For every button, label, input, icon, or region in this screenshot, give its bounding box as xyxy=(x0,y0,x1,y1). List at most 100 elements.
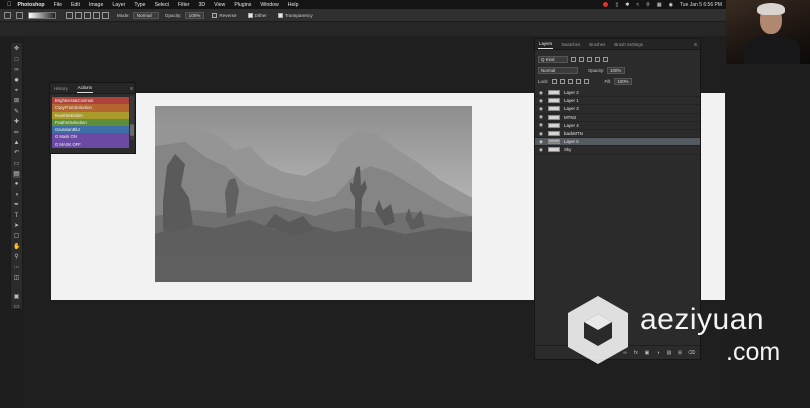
rectangle-tool-icon[interactable]: ▢ xyxy=(13,233,20,240)
action-button[interactable]: FeatherSelection xyxy=(52,118,129,127)
menu-type[interactable]: Type xyxy=(134,2,145,8)
opacity-input[interactable]: 100% xyxy=(184,11,205,19)
layer-row[interactable]: ◉ Layer 2 xyxy=(535,89,700,98)
lock-pixels-icon[interactable] xyxy=(559,78,565,84)
control-center-icon[interactable]: ▦ xyxy=(657,2,662,8)
menu-view[interactable]: View xyxy=(214,2,225,8)
new-group-icon[interactable]: ▤ xyxy=(666,350,672,356)
adjustment-layer-icon[interactable]: ◑ xyxy=(655,350,661,356)
visibility-eye-icon[interactable]: ◉ xyxy=(538,90,544,96)
stamp-tool-icon[interactable]: ▲ xyxy=(13,140,20,147)
menu-window[interactable]: Window xyxy=(260,2,278,8)
diamond-gradient-icon[interactable] xyxy=(102,11,109,19)
lock-all-icon[interactable] xyxy=(583,78,589,84)
layer-row[interactable]: ◉ Layer 4 xyxy=(535,122,700,130)
layer-row[interactable]: ◉ Layer 3 xyxy=(535,105,700,114)
layer-row-selected[interactable]: ◉ Layer 5 xyxy=(535,138,700,147)
panel-menu-icon[interactable]: ≡ xyxy=(130,86,133,92)
radial-gradient-icon[interactable] xyxy=(75,11,82,19)
filter-pixel-icon[interactable] xyxy=(571,56,576,62)
color-swatches-icon[interactable]: ◫ xyxy=(13,275,20,282)
tab-brushes[interactable]: Brushes xyxy=(588,40,606,49)
menu-filter[interactable]: Filter xyxy=(178,2,190,8)
dither-checkbox[interactable] xyxy=(247,12,253,18)
document-canvas[interactable] xyxy=(155,106,472,282)
menu-select[interactable]: Select xyxy=(155,2,169,8)
delete-layer-icon[interactable]: ⌫ xyxy=(688,350,695,356)
panel-menu-icon[interactable]: ≡ xyxy=(694,42,697,48)
crop-tool-icon[interactable]: ⌖ xyxy=(13,88,20,95)
menu-edit[interactable]: Edit xyxy=(71,2,80,8)
reflected-gradient-icon[interactable] xyxy=(93,11,100,19)
filter-smart-object-icon[interactable] xyxy=(603,56,608,62)
more-tools-icon[interactable]: ⋯ xyxy=(13,265,20,272)
scrollbar-thumb[interactable] xyxy=(130,124,134,136)
menu-3d[interactable]: 3D xyxy=(199,2,206,8)
quick-select-tool-icon[interactable]: ✹ xyxy=(13,78,20,85)
menu-image[interactable]: Image xyxy=(89,2,103,8)
wifi-icon[interactable]: ≈ xyxy=(636,2,639,8)
visibility-eye-icon[interactable]: ◉ xyxy=(538,122,544,128)
path-select-tool-icon[interactable]: ➤ xyxy=(13,223,20,230)
filter-kind-select[interactable]: Q Kind xyxy=(538,56,568,63)
action-button[interactable]: CopyFromSelection xyxy=(52,104,129,112)
layer-opacity-input[interactable]: 100% xyxy=(607,67,626,74)
frame-tool-icon[interactable]: ⊠ xyxy=(13,98,20,105)
search-icon[interactable]: ⚲ xyxy=(646,2,650,8)
battery-icon[interactable]: ▯ xyxy=(615,2,618,8)
angle-gradient-icon[interactable] xyxy=(84,11,91,19)
menu-app-name[interactable]: Photoshop xyxy=(18,2,45,8)
tab-actions[interactable]: Actions xyxy=(76,83,94,93)
quick-mask-icon[interactable]: ▣ xyxy=(13,294,20,301)
home-icon[interactable] xyxy=(4,11,11,19)
action-button[interactable]: GaussianBlur xyxy=(52,126,129,134)
lasso-tool-icon[interactable]: ∞ xyxy=(13,67,20,74)
brush-tool-icon[interactable]: ✏ xyxy=(13,130,20,137)
tab-history[interactable]: History xyxy=(53,84,69,93)
lock-artboard-icon[interactable] xyxy=(575,78,581,84)
action-button[interactable]: InvertSelection xyxy=(52,111,129,119)
filter-adjustment-icon[interactable] xyxy=(579,56,584,62)
gradient-tool-icon[interactable] xyxy=(16,11,23,19)
move-tool-icon[interactable]: ✥ xyxy=(13,46,20,53)
linear-gradient-icon[interactable] xyxy=(66,11,73,19)
gradient-preview[interactable] xyxy=(28,11,56,19)
fill-input[interactable]: 100% xyxy=(614,78,633,85)
transparency-checkbox[interactable] xyxy=(277,12,283,18)
layer-row[interactable]: ◉ MTN3 xyxy=(535,114,700,122)
mode-select[interactable]: Normal xyxy=(132,11,159,19)
marquee-tool-icon[interactable]: □ xyxy=(13,57,20,64)
new-layer-icon[interactable]: ⊞ xyxy=(677,350,683,356)
visibility-eye-icon[interactable]: ◉ xyxy=(538,98,544,104)
history-brush-icon[interactable]: ↶ xyxy=(13,150,20,157)
action-button[interactable]: G Mask ON xyxy=(52,133,129,141)
lock-position-icon[interactable] xyxy=(567,78,573,84)
dodge-tool-icon[interactable]: ◑ xyxy=(13,192,20,199)
action-button[interactable]: G MASK OFF xyxy=(52,140,129,149)
layer-row[interactable]: ◉ Layer 1 xyxy=(535,97,700,106)
zoom-tool-icon[interactable]: ⚲ xyxy=(13,254,20,261)
visibility-eye-icon[interactable]: ◉ xyxy=(538,131,544,137)
healing-tool-icon[interactable]: ✚ xyxy=(13,119,20,126)
menu-help[interactable]: Help xyxy=(288,2,299,8)
menu-plugins[interactable]: Plugins xyxy=(234,2,251,8)
pen-tool-icon[interactable]: ✒ xyxy=(13,202,20,209)
layer-style-icon[interactable]: fx xyxy=(633,350,639,356)
blur-tool-icon[interactable]: ● xyxy=(13,181,20,188)
menubar-clock[interactable]: Tue Jan 5 6:56 PM xyxy=(680,2,722,8)
action-button[interactable]: Brightness&Contrast xyxy=(52,97,129,105)
screen-mode-icon[interactable]: ▭ xyxy=(13,304,20,311)
apple-icon[interactable]:  xyxy=(7,2,12,8)
hand-tool-icon[interactable]: ✋ xyxy=(13,244,20,251)
layer-row[interactable]: ◉ backMTN xyxy=(535,130,700,139)
visibility-eye-icon[interactable]: ◉ xyxy=(538,139,544,145)
bluetooth-icon[interactable]: ✱ xyxy=(625,2,629,8)
tab-brush-settings[interactable]: Brush Settings xyxy=(613,40,644,49)
type-tool-icon[interactable]: T xyxy=(13,213,20,220)
actions-scrollbar[interactable] xyxy=(130,96,134,140)
lock-transparent-icon[interactable] xyxy=(551,78,557,84)
gradient-tool-active-icon[interactable]: ▤ xyxy=(13,171,20,179)
visibility-eye-icon[interactable]: ◉ xyxy=(538,147,544,153)
reverse-checkbox[interactable] xyxy=(212,12,218,18)
tab-swatches[interactable]: Swatches xyxy=(560,40,581,49)
